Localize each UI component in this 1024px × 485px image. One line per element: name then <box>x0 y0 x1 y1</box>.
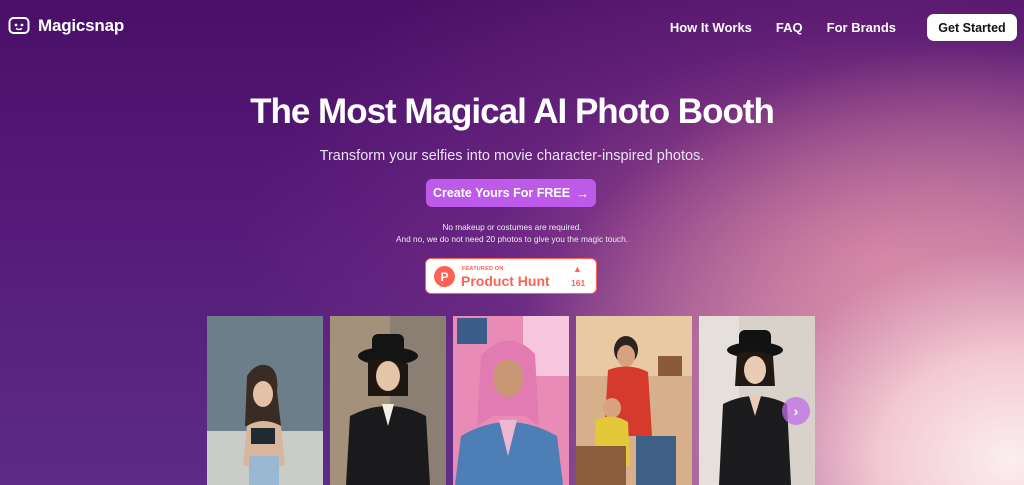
nav-faq[interactable]: FAQ <box>776 20 803 35</box>
camera-logo-icon <box>8 17 30 34</box>
arrow-right-icon: → <box>576 185 590 201</box>
product-hunt-featured-label: FEATURED ON <box>462 266 504 272</box>
get-started-button[interactable]: Get Started <box>927 14 1017 41</box>
hero-note-line1: No makeup or costumes are required. <box>442 222 582 232</box>
create-yours-label: Create Yours For FREE <box>432 186 571 200</box>
hero-subtitle: Transform your selfies into movie charac… <box>319 148 705 164</box>
product-hunt-name: Product Hunt <box>461 273 550 289</box>
nav-links: How It Works FAQ For Brands <box>670 20 896 35</box>
top-nav: Magicsnap How It Works FAQ For Brands Ge… <box>0 0 1024 56</box>
hero-note-line2: And no, we do not need 20 photos to give… <box>395 234 628 244</box>
product-hunt-upvote-count: 161 <box>571 278 586 288</box>
gallery-photo[interactable] <box>330 316 446 485</box>
brand-logo[interactable]: Magicsnap <box>8 16 124 36</box>
nav-how-it-works[interactable]: How It Works <box>670 20 752 35</box>
hero-title: The Most Magical AI Photo Booth <box>250 92 775 131</box>
gallery-photo[interactable] <box>453 316 569 485</box>
nav-for-brands[interactable]: For Brands <box>827 20 896 35</box>
product-hunt-badge[interactable]: P FEATURED ON Product Hunt ▲ 161 <box>425 258 597 294</box>
upvote-triangle-icon: ▲ <box>573 264 582 274</box>
product-hunt-logo-icon: P <box>434 266 455 287</box>
photo-gallery <box>207 316 815 485</box>
gallery-photo[interactable] <box>207 316 323 485</box>
gallery-photo[interactable] <box>576 316 692 485</box>
chevron-right-icon[interactable]: › <box>782 397 810 425</box>
create-yours-button[interactable]: Create Yours For FREE → <box>426 179 596 207</box>
brand-name: Magicsnap <box>38 16 125 35</box>
